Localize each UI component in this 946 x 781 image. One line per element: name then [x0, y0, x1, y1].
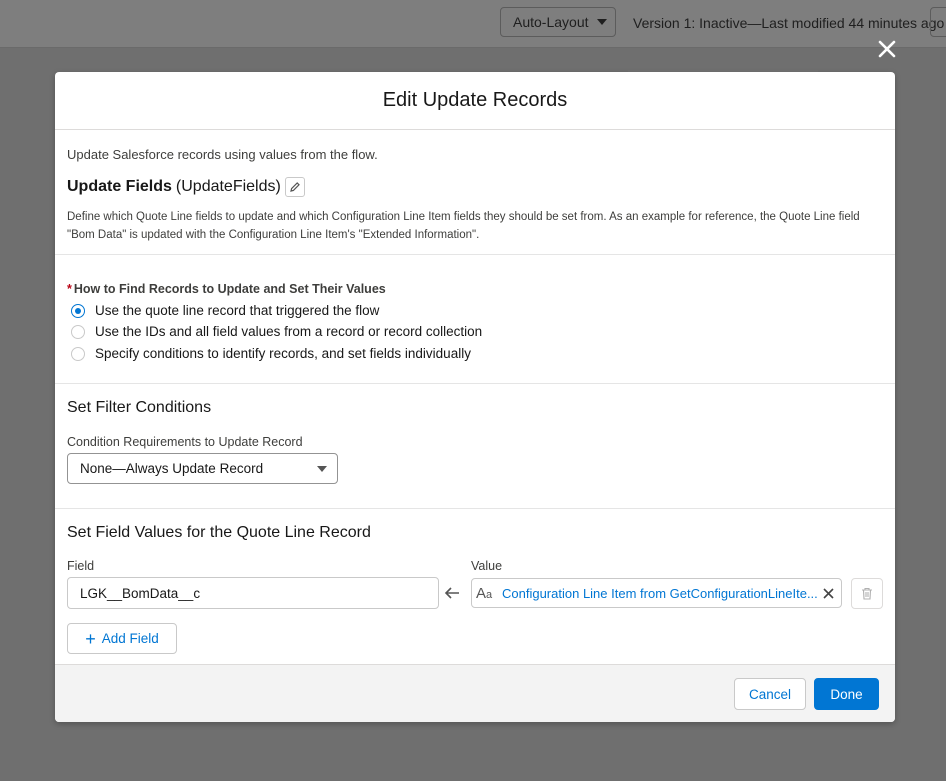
- done-button[interactable]: Done: [814, 678, 879, 710]
- modal-footer: Cancel Done: [55, 664, 895, 722]
- radio-label: Specify conditions to identify records, …: [95, 346, 471, 361]
- field-input-value: LGK__BomData__c: [80, 585, 201, 601]
- field-values-section: Set Field Values for the Quote Line Reco…: [55, 509, 895, 668]
- field-input[interactable]: LGK__BomData__c: [67, 577, 439, 609]
- version-status: Version 1: Inactive—Last modified 44 min…: [633, 15, 945, 31]
- radio-label: Use the quote line record that triggered…: [95, 303, 380, 318]
- required-marker: *: [67, 282, 72, 296]
- value-resource-pill[interactable]: Aa Configuration Line Item from GetConfi…: [471, 578, 842, 608]
- chevron-down-icon: [597, 19, 607, 25]
- condition-requirements-label: Condition Requirements to Update Record: [67, 435, 303, 449]
- edit-update-records-modal: Edit Update Records Update Salesforce re…: [55, 72, 895, 722]
- how-to-find-section: * How to Find Records to Update and Set T…: [55, 255, 895, 384]
- filter-section-title: Set Filter Conditions: [67, 399, 212, 416]
- delete-row-button[interactable]: [851, 578, 883, 609]
- element-title: Update Fields (UpdateFields): [67, 177, 305, 197]
- radio-option-specify-conditions[interactable]: Specify conditions to identify records, …: [71, 346, 471, 361]
- clear-value-icon[interactable]: [822, 587, 835, 605]
- edit-label-button[interactable]: [284, 177, 305, 197]
- background-toolbar-button: [930, 7, 946, 37]
- background-toolbar: Auto-Layout Version 1: Inactive—Last mod…: [0, 0, 946, 48]
- filter-conditions-section: Set Filter Conditions Condition Requirem…: [55, 384, 895, 509]
- radio-unchecked[interactable]: [71, 346, 85, 361]
- field-values-section-title: Set Field Values for the Quote Line Reco…: [67, 524, 371, 541]
- value-resource-label: Configuration Line Item from GetConfigur…: [502, 585, 818, 601]
- text-type-icon: Aa: [476, 584, 493, 602]
- add-field-button[interactable]: + Add Field: [67, 623, 177, 654]
- combobox-value: None—Always Update Record: [80, 461, 264, 476]
- field-column-label: Field: [67, 559, 95, 573]
- add-field-label: Add Field: [101, 631, 159, 646]
- trash-icon: [862, 587, 872, 600]
- auto-layout-dropdown: Auto-Layout: [500, 7, 616, 37]
- how-to-find-label-text: How to Find Records to Update and Set Th…: [73, 282, 386, 296]
- element-api-name: (UpdateFields): [175, 178, 281, 195]
- element-description: Update Salesforce records using values f…: [67, 147, 378, 162]
- chevron-down-icon: [317, 466, 327, 472]
- radio-checked[interactable]: [71, 303, 85, 318]
- arrow-left-icon: [444, 586, 460, 605]
- value-column-label: Value: [471, 559, 503, 573]
- element-intro-section: Update Salesforce records using values f…: [55, 130, 895, 255]
- close-icon[interactable]: [873, 35, 901, 63]
- cancel-button[interactable]: Cancel: [734, 678, 806, 710]
- radio-label: Use the IDs and all field values from a …: [95, 324, 483, 339]
- radio-unchecked[interactable]: [71, 324, 85, 339]
- radio-option-ids-and-values[interactable]: Use the IDs and all field values from a …: [71, 324, 482, 339]
- modal-header: Edit Update Records: [55, 72, 895, 130]
- auto-layout-label: Auto-Layout: [513, 14, 589, 30]
- modal-title: Edit Update Records: [382, 89, 568, 111]
- element-label: Update Fields: [67, 178, 172, 195]
- plus-icon: +: [85, 628, 96, 649]
- pencil-icon: [290, 182, 300, 192]
- radio-option-triggering-record[interactable]: Use the quote line record that triggered…: [71, 303, 379, 318]
- element-help-text: Define which Quote Line fields to update…: [67, 211, 860, 241]
- how-to-find-label: * How to Find Records to Update and Set T…: [67, 282, 386, 296]
- condition-requirements-combobox[interactable]: None—Always Update Record: [67, 453, 338, 484]
